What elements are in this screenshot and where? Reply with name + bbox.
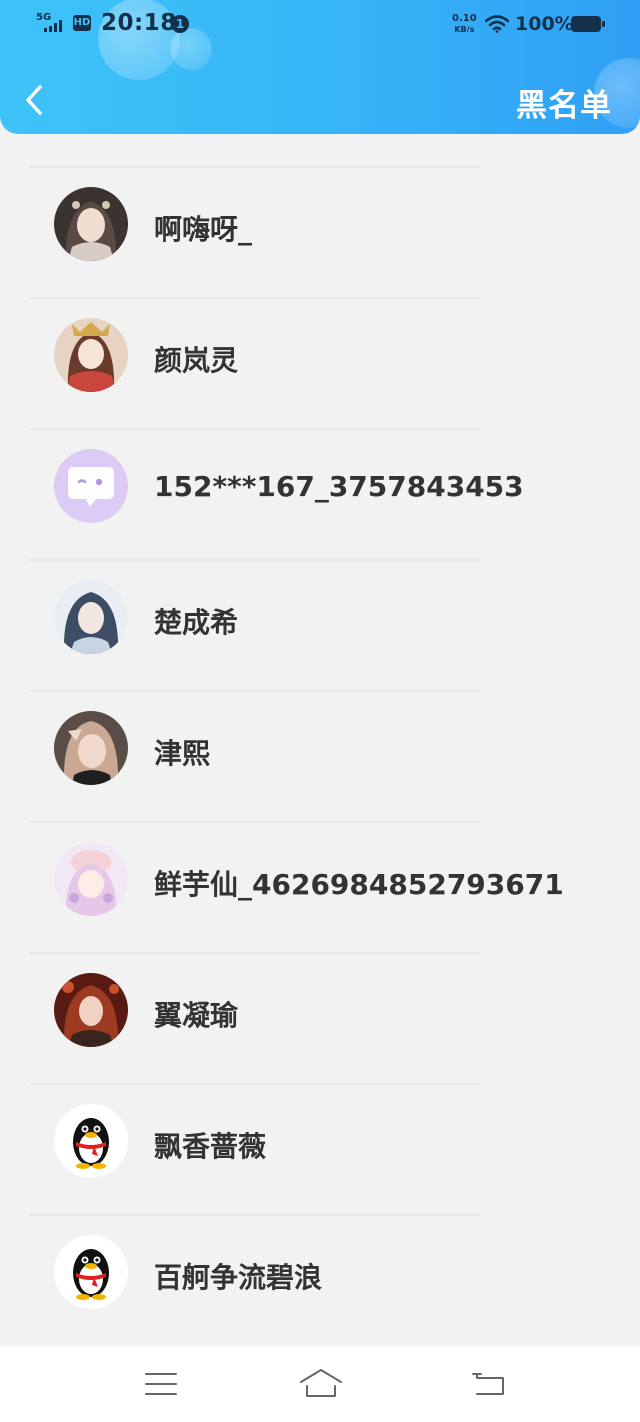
list-item[interactable]: 百舸争流碧浪 [0,1182,640,1313]
divider [30,166,480,168]
user-name: 啊嗨呀_ [154,213,253,246]
user-name: 翼凝瑜 [154,999,239,1032]
battery-percentage: 100% [515,13,574,35]
user-name: 楚成希 [154,606,239,639]
list-item[interactable]: 鲜芋仙_4626984852793671 [0,789,640,920]
app-header: 5G HD 20:18 1 0.10 KB/s 100% 黑名单 [0,0,640,134]
back-icon [472,1373,504,1395]
clock: 20:18 [101,10,177,36]
divider [30,952,480,954]
page-title: 黑名单 [516,88,612,124]
user-name: 百舸争流碧浪 [154,1261,323,1294]
avatar [54,973,128,1047]
divider [30,297,480,299]
default-chat-avatar-icon [54,449,128,523]
list-item[interactable]: 飘香蔷薇 [0,1051,640,1182]
user-name: 飘香蔷薇 [154,1130,267,1163]
notification-badge: 1 [171,15,189,33]
user-name: 152***167_3757843453 [154,470,524,503]
qq-penguin-icon [54,1104,128,1178]
avatar [54,1104,128,1178]
divider [30,428,480,430]
chevron-left-icon [26,85,42,115]
avatar [54,711,128,785]
home-icon [300,1369,342,1397]
net-speed: 0.10 KB/s [452,14,477,35]
list-item[interactable]: 152***167_3757843453 [0,396,640,527]
avatar [54,449,128,523]
list-item[interactable]: 颜岚灵 [0,265,640,396]
list-item[interactable]: 津熙 [0,658,640,789]
back-button[interactable] [16,78,56,122]
back-nav-button[interactable] [469,1366,509,1402]
avatar [54,580,128,654]
wifi-icon [485,15,509,33]
divider [30,821,480,823]
list-item[interactable]: 楚成希 [0,527,640,658]
net-speed-unit: KB/s [454,25,475,34]
avatar [54,1235,128,1309]
qq-penguin-icon [54,1235,128,1309]
divider [30,690,480,692]
home-button[interactable] [298,1366,344,1402]
system-nav-bar [0,1346,640,1422]
user-name: 鲜芋仙_4626984852793671 [154,868,564,901]
avatar [54,187,128,261]
list-item[interactable]: 翼凝瑜 [0,920,640,1051]
menu-button[interactable] [141,1366,181,1402]
menu-icon [145,1373,177,1395]
user-name: 颜岚灵 [154,344,239,377]
signal-icon [44,20,62,32]
list-item[interactable]: 啊嗨呀_ [0,134,640,265]
battery-icon [571,16,605,32]
divider [30,559,480,561]
status-bar: 5G HD 20:18 1 0.10 KB/s 100% [0,0,640,50]
user-name: 津熙 [154,737,211,770]
hd-badge: HD [73,15,91,31]
net-speed-value: 0.10 [452,13,477,24]
avatar [54,842,128,916]
divider [30,1083,480,1085]
divider [30,1214,480,1216]
avatar [54,318,128,392]
